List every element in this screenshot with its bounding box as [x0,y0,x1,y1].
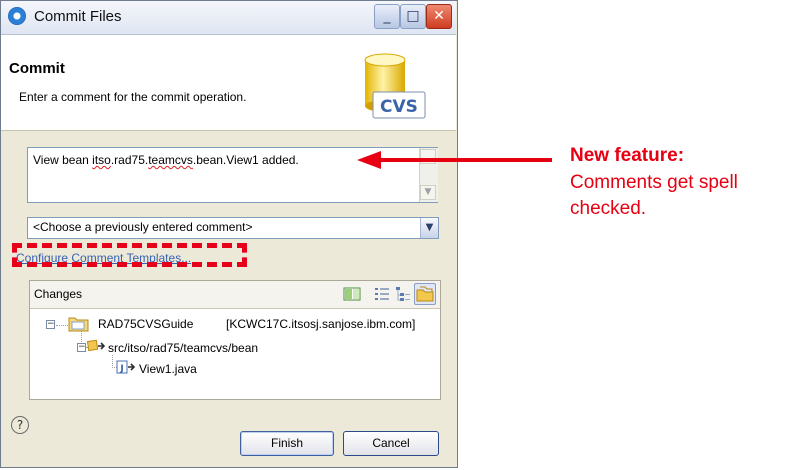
comment-part: .rad75. [110,153,149,167]
repository-location: [KCWC17C.itsosj.sanjose.ibm.com] [226,317,416,331]
chevron-down-icon: ▼ [424,187,432,197]
project-name[interactable]: RAD75CVSGuide [98,317,193,331]
tree-mode-icon[interactable] [394,285,412,303]
package-path[interactable]: src/itso/rad75/teamcvs/bean [108,341,258,355]
scroll-down-arrow[interactable]: ▼ [420,185,436,200]
folder-icon [416,286,434,302]
maximize-icon: □ [406,8,420,24]
java-file-icon: J [116,360,136,374]
page-description: Enter a comment for the commit operation… [19,90,247,104]
comment-part: View bean [33,153,93,167]
collapse-toggle[interactable]: − [77,343,86,352]
finish-button[interactable]: Finish [240,431,334,456]
previous-comment-value: <Choose a previously entered comment> [33,220,253,234]
highlight-box [12,243,247,267]
close-button[interactable]: ✕ [426,4,452,29]
file-name[interactable]: View1.java [139,362,197,376]
collapse-toggle[interactable]: − [46,320,55,329]
comment-text: View bean itso.rad75.teamcvs.bean.View1 … [33,153,299,167]
eclipse-icon [8,7,26,25]
page-title: Commit [9,60,65,77]
flat-mode-icon[interactable] [373,285,391,303]
minimize-button[interactable]: _ [374,4,400,29]
arrow-head-icon [357,151,381,169]
maximize-button[interactable]: □ [400,4,426,29]
annotation-title: New feature: [570,145,685,166]
help-icon[interactable]: ? [11,416,29,434]
misspelled-word: teamcvs [148,153,193,167]
changes-label: Changes [34,287,83,301]
chevron-down-icon: ▼ [425,222,434,233]
window-title: Commit Files [34,8,122,25]
cancel-button[interactable]: Cancel [343,431,439,456]
compressed-folders-button[interactable] [414,283,436,305]
svg-text:J: J [119,364,123,374]
close-icon: ✕ [433,8,445,24]
cvs-logo-text: CVS [380,97,418,117]
dropdown-button[interactable]: ▼ [420,218,438,238]
compare-mode-icon[interactable] [343,285,361,303]
cvs-logo-icon: CVS [364,53,426,119]
tree-connector [56,325,68,326]
package-icon [86,339,106,352]
minimize-icon: _ [383,8,391,24]
project-folder-icon [68,317,89,332]
annotation-arrow [380,158,552,162]
comment-part: .bean.View1 added. [192,153,299,167]
misspelled-word: itso [92,153,111,167]
annotation-body: Comments get spell checked. [570,172,738,219]
